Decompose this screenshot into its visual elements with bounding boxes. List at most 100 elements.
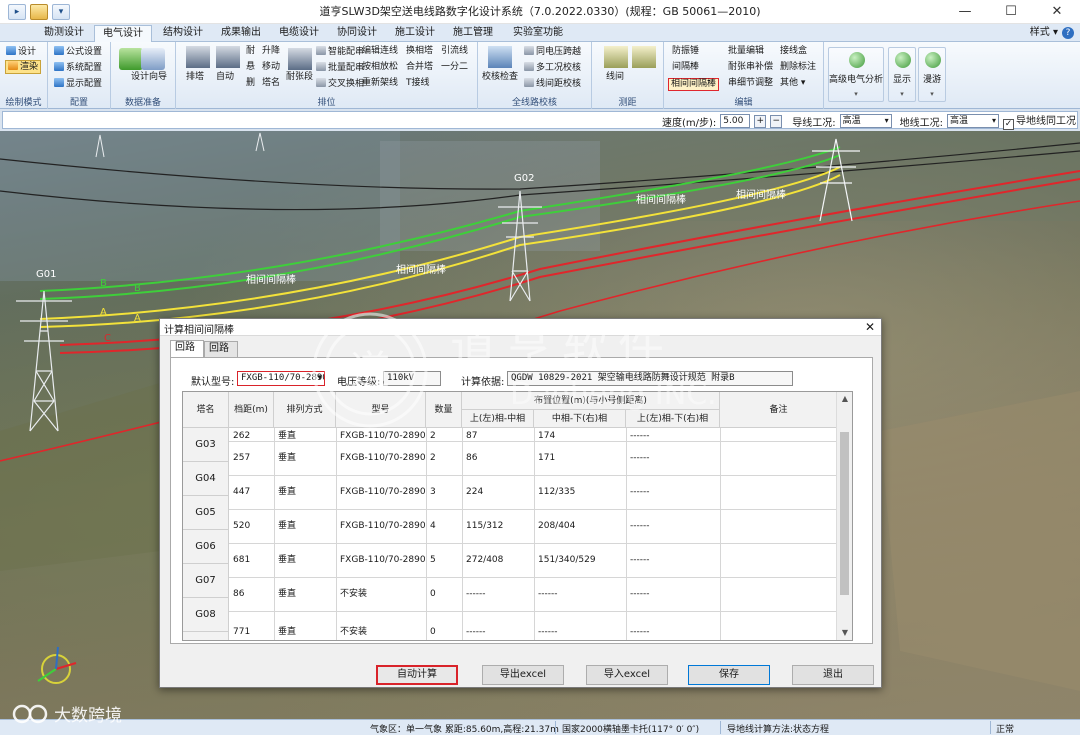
quick-access-app-icon[interactable]: ▸ bbox=[8, 3, 26, 20]
cell-pos-upper-middle[interactable]: 224 bbox=[466, 486, 483, 498]
speed-decrease-button[interactable]: − bbox=[770, 114, 783, 128]
cell-pos-middle-lower[interactable]: 112/335 bbox=[538, 486, 575, 498]
cell-pos-upper-middle[interactable]: 115/312 bbox=[466, 520, 503, 532]
cell-model[interactable]: 不安装 bbox=[340, 588, 367, 600]
tab-output[interactable]: 成果输出 bbox=[212, 25, 270, 42]
cell-pos-upper-lower[interactable]: ------ bbox=[630, 520, 650, 532]
wire-condition-select[interactable]: 高温 ▾ bbox=[839, 114, 892, 128]
cell-pos-middle-lower[interactable]: 208/404 bbox=[538, 520, 575, 532]
lift-button[interactable]: 升降 bbox=[262, 46, 280, 57]
cell-span[interactable]: 257 bbox=[233, 452, 250, 464]
auto-calc-button[interactable]: 自动计算 bbox=[376, 665, 458, 685]
cell-pos-upper-middle[interactable]: 87 bbox=[466, 430, 477, 442]
style-menu[interactable]: 样式 ▾ bbox=[1030, 25, 1058, 41]
maximize-button[interactable]: ☐ bbox=[988, 0, 1034, 24]
cell-span[interactable]: 520 bbox=[233, 520, 250, 532]
advanced-analysis-button[interactable]: 高级电气分析 ▾ bbox=[828, 47, 884, 102]
row-tower-g06[interactable]: G06 bbox=[183, 530, 229, 564]
damper-button[interactable]: 防振锤 bbox=[672, 46, 699, 57]
cell-span[interactable]: 681 bbox=[233, 554, 250, 566]
cell-arrangement[interactable]: 垂直 bbox=[278, 430, 296, 442]
batch-string-button[interactable]: 批量配串 bbox=[316, 62, 364, 74]
cell-arrangement[interactable]: 垂直 bbox=[278, 452, 296, 464]
table-scrollbar[interactable]: ▲ ▼ bbox=[836, 392, 852, 640]
default-model-select[interactable]: FXGB-110/70-2890 ▾ bbox=[237, 371, 325, 386]
cell-pos-middle-lower[interactable]: 174 bbox=[538, 430, 555, 442]
cell-qty[interactable]: 0 bbox=[430, 626, 436, 638]
tab-survey-design[interactable]: 勘测设计 bbox=[34, 25, 94, 42]
string-compensation-button[interactable]: 耐张串补偿 bbox=[728, 62, 773, 73]
render-mode-button[interactable]: 渲染 bbox=[5, 60, 42, 74]
split-button[interactable]: 一分二 bbox=[441, 62, 468, 73]
merge-tower-button[interactable]: 合并塔 bbox=[406, 62, 433, 73]
system-config-button[interactable]: 系统配置 bbox=[54, 62, 102, 74]
cell-model[interactable]: FXGB-110/70-2890 bbox=[340, 452, 426, 464]
cell-pos-upper-middle[interactable]: 86 bbox=[466, 452, 477, 464]
scroll-thumb[interactable] bbox=[840, 432, 849, 595]
import-excel-button[interactable]: 导入excel bbox=[586, 665, 668, 685]
cell-span[interactable]: 771 bbox=[233, 626, 250, 638]
tab-collab-design[interactable]: 协同设计 bbox=[328, 25, 386, 42]
tension-button[interactable]: 耐 bbox=[246, 46, 255, 57]
quick-access-folder-icon[interactable] bbox=[30, 3, 48, 20]
tab-circuit-1[interactable]: 回路1 bbox=[170, 340, 204, 367]
phase-slack-button[interactable]: 按相放松 bbox=[362, 62, 398, 73]
roam-button[interactable]: 漫游 ▾ bbox=[918, 47, 946, 102]
move-button[interactable]: 移动 bbox=[262, 62, 280, 73]
tab-cable-design[interactable]: 电缆设计 bbox=[270, 25, 328, 42]
cell-model[interactable]: 不安装 bbox=[340, 626, 367, 638]
spacing-check-button[interactable]: 线间距校核 bbox=[524, 78, 581, 90]
cell-qty[interactable]: 3 bbox=[430, 486, 436, 498]
cell-arrangement[interactable]: 垂直 bbox=[278, 486, 296, 498]
speed-increase-button[interactable]: + bbox=[754, 114, 767, 128]
cell-pos-upper-middle[interactable]: 272/408 bbox=[466, 554, 503, 566]
auto-arrange-button[interactable]: 自动 bbox=[216, 72, 234, 83]
cell-pos-upper-lower[interactable]: ------ bbox=[630, 626, 650, 638]
cell-qty[interactable]: 0 bbox=[430, 588, 436, 600]
help-icon[interactable]: ? bbox=[1062, 27, 1074, 39]
row-tower-g05[interactable]: G05 bbox=[183, 496, 229, 530]
cell-pos-upper-lower[interactable]: ------ bbox=[630, 430, 650, 442]
suspension-button[interactable]: 悬 bbox=[246, 62, 255, 73]
tab-construction-mgmt[interactable]: 施工管理 bbox=[444, 25, 502, 42]
same-voltage-crossing-button[interactable]: 同电压跨越 bbox=[524, 46, 581, 58]
tower-name-button[interactable]: 塔名 bbox=[262, 78, 280, 89]
display-config-button[interactable]: 显示配置 bbox=[54, 78, 102, 90]
other-button[interactable]: 其他 ▾ bbox=[780, 78, 805, 89]
export-excel-button[interactable]: 导出excel bbox=[482, 665, 564, 685]
cell-pos-middle-lower[interactable]: ------ bbox=[538, 588, 558, 600]
cell-model[interactable]: FXGB-110/70-2890 bbox=[340, 486, 426, 498]
check-inspect-button[interactable]: 校核检查 bbox=[482, 72, 518, 83]
cell-pos-upper-middle[interactable]: ------ bbox=[466, 588, 486, 600]
restring-button[interactable]: 重新架线 bbox=[362, 78, 398, 89]
cell-span[interactable]: 86 bbox=[233, 588, 244, 600]
exit-button[interactable]: 退出 bbox=[792, 665, 874, 685]
display-button[interactable]: 显示 ▾ bbox=[888, 47, 916, 102]
arrange-tower-button[interactable]: 排塔 bbox=[186, 72, 204, 83]
spacer-button[interactable]: 间隔棒 bbox=[672, 62, 699, 73]
scroll-up-icon[interactable]: ▲ bbox=[837, 392, 852, 406]
edit-connection-button[interactable]: 编辑连线 bbox=[362, 46, 398, 57]
cell-arrangement[interactable]: 垂直 bbox=[278, 520, 296, 532]
design-mode-button[interactable]: 设计 bbox=[6, 46, 36, 58]
close-icon[interactable]: ✕ bbox=[865, 320, 875, 334]
row-tower-g07[interactable]: G07 bbox=[183, 564, 229, 598]
cell-arrangement[interactable]: 垂直 bbox=[278, 626, 296, 638]
formula-settings-button[interactable]: 公式设置 bbox=[54, 46, 102, 58]
ground-condition-select[interactable]: 高温 ▾ bbox=[947, 114, 999, 128]
sync-condition-checkbox[interactable]: ✓ 导地线同工况 bbox=[1003, 112, 1076, 130]
speed-input[interactable]: 5.00 bbox=[720, 114, 751, 128]
transposition-tower-button[interactable]: 换相塔 bbox=[406, 46, 433, 57]
cell-pos-upper-lower[interactable]: ------ bbox=[630, 486, 650, 498]
cell-span[interactable]: 447 bbox=[233, 486, 250, 498]
phase-spacer-button[interactable]: 相间间隔棒 bbox=[668, 78, 720, 91]
delete-tower-button[interactable]: 删 bbox=[246, 78, 255, 89]
cell-model[interactable]: FXGB-110/70-2890 bbox=[340, 554, 426, 566]
cell-pos-upper-lower[interactable]: ------ bbox=[630, 554, 650, 566]
scroll-down-icon[interactable]: ▼ bbox=[837, 626, 852, 640]
multi-condition-check-button[interactable]: 多工况校核 bbox=[524, 62, 581, 74]
cell-qty[interactable]: 5 bbox=[430, 554, 436, 566]
cell-qty[interactable]: 2 bbox=[430, 452, 436, 464]
row-tower-g04[interactable]: G04 bbox=[183, 462, 229, 496]
tab-structure-design[interactable]: 结构设计 bbox=[154, 25, 212, 42]
